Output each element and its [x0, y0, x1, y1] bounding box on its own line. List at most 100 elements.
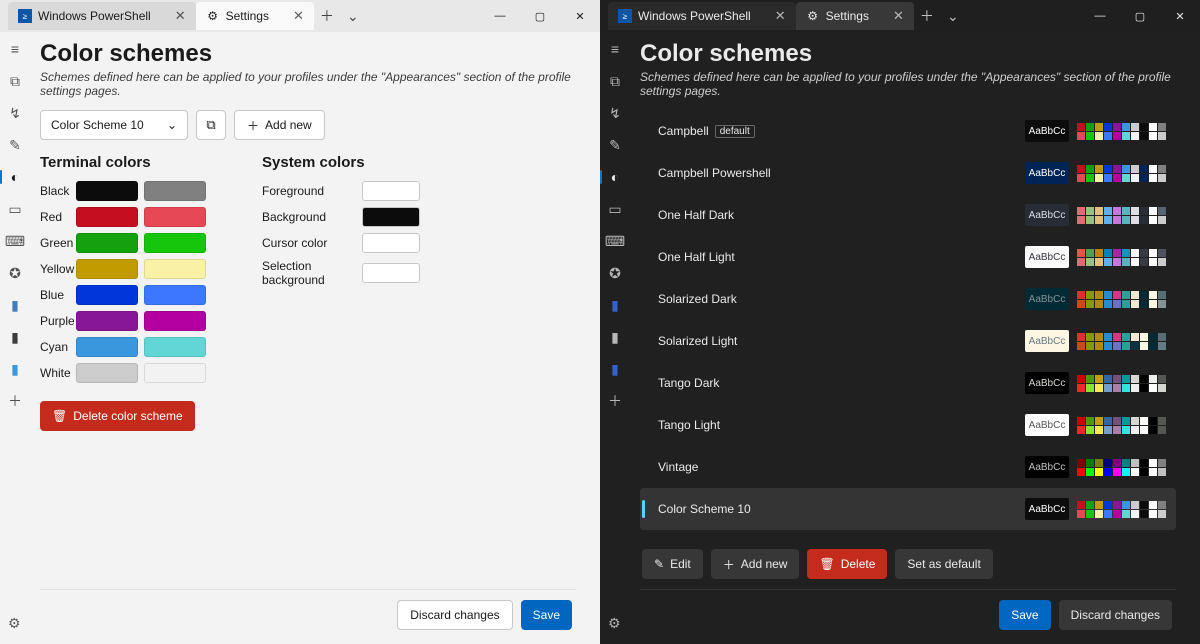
scheme-row[interactable]: CampbelldefaultAaBbCc	[640, 110, 1176, 152]
scheme-row[interactable]: Tango DarkAaBbCc	[640, 362, 1176, 404]
rendering-icon[interactable]: ▭	[6, 200, 24, 218]
defaults-icon[interactable]: ✪	[606, 264, 624, 282]
system-color-swatch[interactable]	[362, 233, 420, 253]
actions-icon[interactable]: ⌨	[606, 232, 624, 250]
interaction-icon[interactable]: ↯	[6, 104, 24, 122]
scheme-row[interactable]: Color Scheme 10AaBbCc	[640, 488, 1176, 530]
edit-button[interactable]: ✎Edit	[642, 549, 703, 579]
color-swatch-dark[interactable]	[76, 181, 138, 201]
color-schemes-icon[interactable]: ◐	[606, 168, 624, 186]
color-swatch-dark[interactable]	[76, 259, 138, 279]
profile-cmd-icon[interactable]: ▮	[6, 328, 24, 346]
tab-powershell[interactable]: ≥ Windows PowerShell ✕	[608, 2, 796, 30]
save-button[interactable]: Save	[999, 600, 1050, 630]
gear-icon[interactable]: ⚙	[608, 615, 621, 632]
delete-button[interactable]: 🗑Delete	[807, 549, 887, 579]
text-preview: AaBbCc	[1025, 288, 1069, 310]
profile-azure-icon[interactable]: ▮	[606, 360, 624, 378]
palette-preview	[1077, 207, 1166, 224]
scheme-row[interactable]: One Half DarkAaBbCc	[640, 194, 1176, 236]
appearance-icon[interactable]: ✎	[6, 136, 24, 154]
scheme-dropdown[interactable]: Color Scheme 10 ⌄	[40, 110, 188, 140]
close-button[interactable]: ✕	[560, 2, 600, 30]
color-swatch-dark[interactable]	[76, 285, 138, 305]
startup-icon[interactable]: ⧉	[606, 72, 624, 90]
tab-settings[interactable]: ⚙ Settings ✕	[196, 2, 314, 30]
scheme-name: Campbell Powershell	[658, 166, 771, 180]
profile-powershell-icon[interactable]: ▮	[606, 296, 624, 314]
tab-powershell[interactable]: ≥ Windows PowerShell ✕	[8, 2, 196, 30]
maximize-button[interactable]: ▢	[1120, 2, 1160, 30]
defaults-icon[interactable]: ✪	[6, 264, 24, 282]
minimize-button[interactable]: ―	[480, 2, 520, 30]
close-icon[interactable]: ✕	[293, 8, 304, 24]
scheme-name: Campbell	[658, 124, 709, 138]
default-badge: default	[715, 125, 755, 138]
system-color-swatch[interactable]	[362, 181, 420, 201]
color-swatch-dark[interactable]	[76, 363, 138, 383]
color-swatch-bright[interactable]	[144, 259, 206, 279]
appearance-icon[interactable]: ✎	[606, 136, 624, 154]
system-color-swatch[interactable]	[362, 263, 420, 283]
discard-button[interactable]: Discard changes	[1059, 600, 1172, 630]
system-colors-heading: System colors	[262, 154, 420, 171]
color-swatch-dark[interactable]	[76, 337, 138, 357]
scheme-row[interactable]: VintageAaBbCc	[640, 446, 1176, 488]
add-tab-icon[interactable]: ＋	[314, 6, 340, 26]
palette-preview	[1077, 249, 1166, 266]
tab-label: Windows PowerShell	[38, 9, 151, 23]
scheme-row[interactable]: Tango LightAaBbCc	[640, 404, 1176, 446]
chevron-down-icon[interactable]: ⌄	[340, 8, 366, 25]
minimize-button[interactable]: ―	[1080, 2, 1120, 30]
color-swatch-bright[interactable]	[144, 311, 206, 331]
close-icon[interactable]: ✕	[775, 8, 786, 24]
tab-label: Settings	[226, 9, 269, 23]
add-tab-icon[interactable]: ＋	[914, 6, 940, 26]
color-schemes-icon[interactable]: ◐	[6, 168, 24, 186]
actions-icon[interactable]: ⌨	[6, 232, 24, 250]
scheme-row[interactable]: Solarized Dark AaBbCc	[640, 278, 1176, 320]
color-swatch-bright[interactable]	[144, 363, 206, 383]
discard-button[interactable]: Discard changes	[397, 600, 512, 630]
add-profile-icon[interactable]: ＋	[606, 392, 624, 410]
gear-icon[interactable]: ⚙	[8, 615, 21, 632]
rendering-icon[interactable]: ▭	[606, 200, 624, 218]
profile-cmd-icon[interactable]: ▮	[606, 328, 624, 346]
chevron-down-icon: ⌄	[167, 118, 177, 132]
color-swatch-bright[interactable]	[144, 207, 206, 227]
profile-azure-icon[interactable]: ▮	[6, 360, 24, 378]
save-button[interactable]: Save	[521, 600, 572, 630]
palette-preview	[1077, 459, 1166, 476]
close-icon[interactable]: ✕	[175, 8, 186, 24]
menu-icon[interactable]: ≡	[606, 40, 624, 58]
scheme-name: Solarized Dark	[658, 292, 737, 306]
menu-icon[interactable]: ≡	[6, 40, 24, 58]
powershell-icon: ≥	[618, 9, 632, 23]
startup-icon[interactable]: ⧉	[6, 72, 24, 90]
color-swatch-dark[interactable]	[76, 311, 138, 331]
set-default-button[interactable]: Set as default	[895, 549, 992, 579]
color-swatch-bright[interactable]	[144, 181, 206, 201]
scheme-row[interactable]: Solarized LightAaBbCc	[640, 320, 1176, 362]
add-profile-icon[interactable]: ＋	[6, 392, 24, 410]
palette-preview	[1077, 375, 1166, 392]
chevron-down-icon[interactable]: ⌄	[940, 8, 966, 25]
close-icon[interactable]: ✕	[893, 8, 904, 24]
color-swatch-bright[interactable]	[144, 285, 206, 305]
maximize-button[interactable]: ▢	[520, 2, 560, 30]
close-button[interactable]: ✕	[1160, 2, 1200, 30]
color-swatch-bright[interactable]	[144, 337, 206, 357]
profile-powershell-icon[interactable]: ▮	[6, 296, 24, 314]
add-new-button[interactable]: ＋Add new	[711, 549, 800, 579]
tab-settings[interactable]: ⚙ Settings ✕	[796, 2, 914, 30]
delete-scheme-button[interactable]: 🗑 Delete color scheme	[40, 401, 195, 431]
interaction-icon[interactable]: ↯	[606, 104, 624, 122]
color-swatch-bright[interactable]	[144, 233, 206, 253]
scheme-row[interactable]: Campbell PowershellAaBbCc	[640, 152, 1176, 194]
rename-button[interactable]: ⧉	[196, 110, 226, 140]
system-color-swatch[interactable]	[362, 207, 420, 227]
add-new-button[interactable]: ＋ Add new	[234, 110, 325, 140]
scheme-row[interactable]: One Half LightAaBbCc	[640, 236, 1176, 278]
color-swatch-dark[interactable]	[76, 207, 138, 227]
color-swatch-dark[interactable]	[76, 233, 138, 253]
